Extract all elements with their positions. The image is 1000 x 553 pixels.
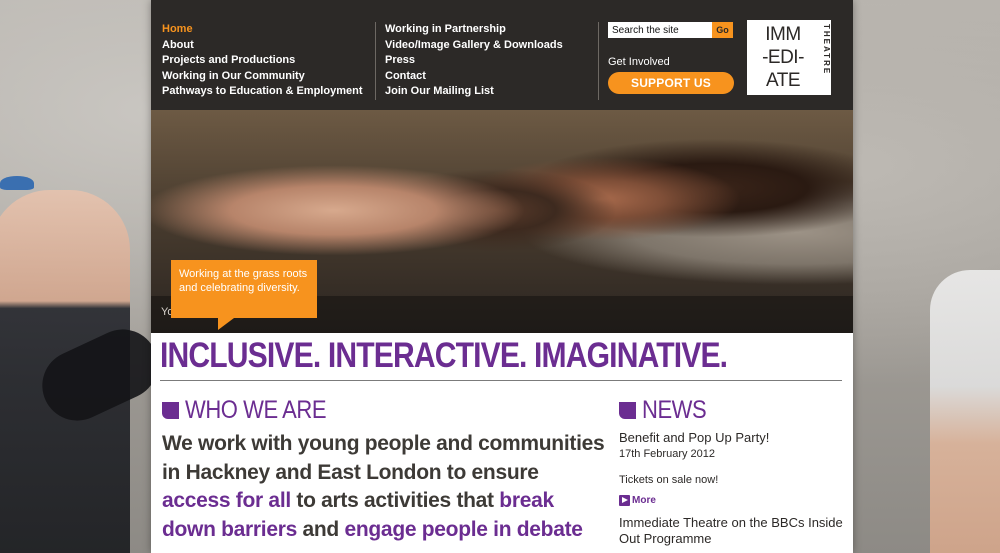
nav-contact[interactable]: Contact (385, 69, 563, 85)
heading-square-icon (162, 402, 179, 419)
news-item-date: 17th February 2012 (619, 448, 716, 460)
news-item-title[interactable]: Immediate Theatre on the BBCs Inside Out… (619, 515, 844, 547)
who-we-are-title: WHO WE ARE (185, 396, 327, 424)
nav-divider (375, 22, 376, 100)
theatre-logo[interactable]: IMM -EDI- ATE THEATRE (747, 20, 831, 95)
nav-about[interactable]: About (162, 38, 362, 54)
who-we-are-heading: WHO WE ARE (162, 396, 345, 425)
nav-pathways[interactable]: Pathways to Education & Employment (162, 84, 362, 100)
nav-divider (598, 22, 599, 100)
get-involved-label: Get Involved (608, 56, 670, 68)
search-input[interactable] (608, 22, 712, 38)
news-more-link[interactable]: More (619, 495, 844, 506)
hero-callout: Working at the grass roots and celebrati… (171, 260, 317, 318)
news-item-title[interactable]: Benefit and Pop Up Party! (619, 430, 844, 446)
intro-text: We work with young people and communitie… (162, 430, 612, 544)
site-header: Home About Projects and Productions Work… (151, 0, 853, 110)
logo-wordmark: IMM -EDI- ATE (751, 23, 815, 92)
main-nav-primary: Home About Projects and Productions Work… (162, 22, 362, 100)
logo-line: ATE (765, 70, 801, 91)
nav-projects[interactable]: Projects and Productions (162, 53, 362, 69)
news-title: NEWS (642, 396, 707, 424)
logo-line: -EDI- (762, 47, 804, 68)
engage-people-link[interactable]: engage people in (345, 518, 512, 541)
news-more-label: More (632, 495, 656, 506)
main-nav-secondary: Working in Partnership Video/Image Galle… (385, 22, 563, 100)
hero-callout-tail (218, 318, 234, 330)
intro-text-part: to arts activities that (290, 489, 500, 512)
intro-text-part: We work with young people and communitie… (162, 432, 605, 484)
nav-partnership[interactable]: Working in Partnership (385, 22, 563, 38)
nav-mailing-list[interactable]: Join Our Mailing List (385, 84, 563, 100)
search-form: Go (608, 22, 733, 38)
play-arrow-icon (619, 495, 630, 506)
nav-gallery[interactable]: Video/Image Gallery & Downloads (385, 38, 563, 54)
tagline: INCLUSIVE. INTERACTIVE. IMAGINATIVE. (160, 336, 728, 375)
news-list: Benefit and Pop Up Party! 17th February … (619, 430, 844, 547)
nav-press[interactable]: Press (385, 53, 563, 69)
divider-rule (160, 380, 842, 381)
nav-home[interactable]: Home (162, 22, 362, 38)
access-for-all-link[interactable]: access for all (162, 489, 291, 512)
nav-community[interactable]: Working in Our Community (162, 69, 362, 85)
background-hat (0, 176, 34, 190)
search-go-button[interactable]: Go (712, 22, 733, 38)
logo-line: IMM (765, 24, 801, 45)
news-heading: NEWS (619, 396, 715, 425)
heading-square-icon (619, 402, 636, 419)
intro-text-part: debate (511, 517, 583, 541)
logo-vertical-text: THEATRE (822, 24, 831, 76)
news-item-body: Tickets on sale now! (619, 474, 719, 486)
support-us-button[interactable]: SUPPORT US (608, 72, 734, 94)
intro-text-part: and (296, 517, 345, 541)
background-figure-right (930, 270, 1000, 553)
